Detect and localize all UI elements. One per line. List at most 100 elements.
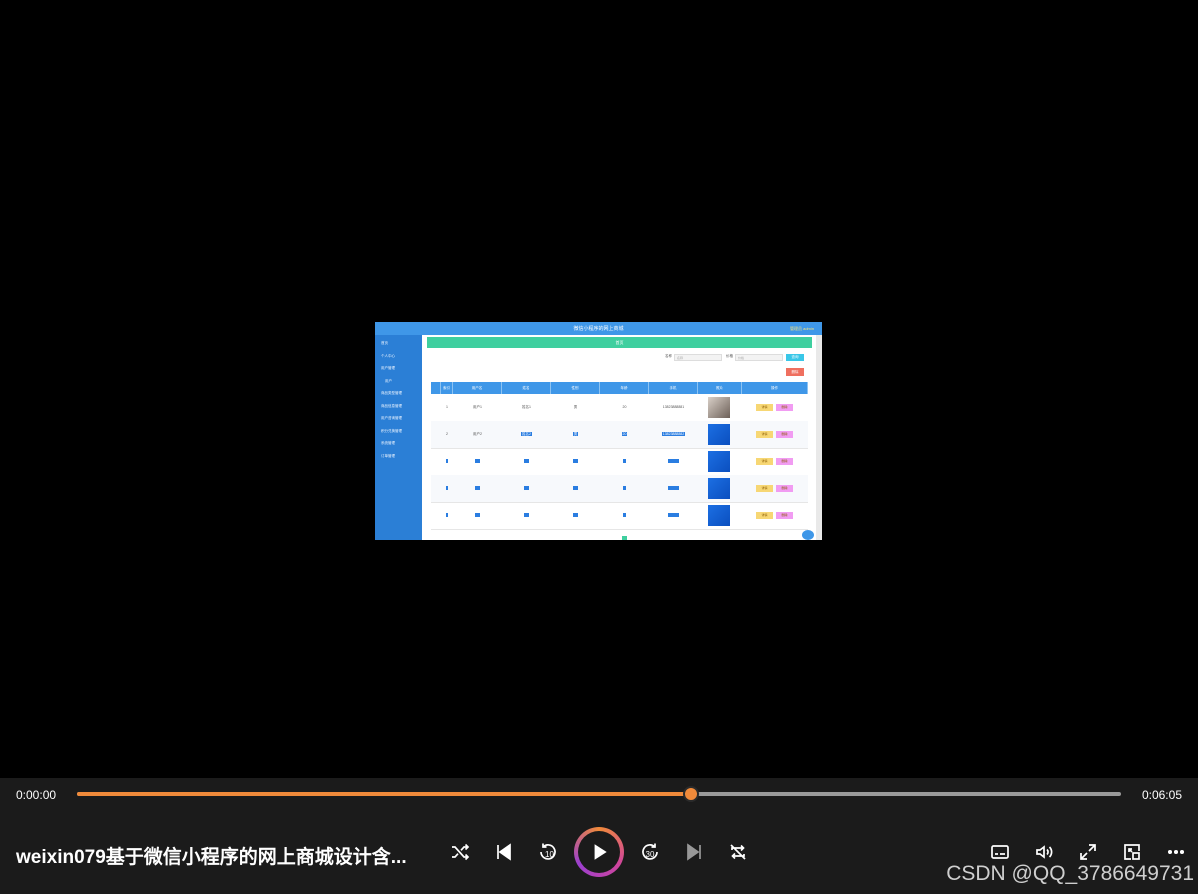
shuffle-icon <box>452 843 470 861</box>
frame-scrollbar <box>816 335 822 540</box>
cell-age: 20 <box>600 421 649 448</box>
sidebar-item: 订单管理 <box>381 453 395 458</box>
volume-icon <box>1036 845 1053 859</box>
total-time: 0:06:05 <box>1141 788 1182 802</box>
cell-phone: 13823888882 <box>649 421 698 448</box>
video-frame[interactable]: 微信小程序的网上商城 管理员 admin 首页 个人中心 用户管理 用户 商品类… <box>375 322 822 540</box>
cell-phone <box>649 448 698 475</box>
header-cell: 手机 <box>649 382 698 394</box>
pagination <box>422 536 816 540</box>
search-input-1: 名称 <box>674 354 722 361</box>
fullscreen-button[interactable] <box>1076 840 1100 864</box>
table-row: 1 用户1 姓名1 男 20 13823888881 详情 删除 <box>431 394 808 422</box>
repeat-button[interactable] <box>726 840 750 864</box>
video-title: weixin079基于微信小程序的网上商城设计含... <box>16 847 407 868</box>
view-button: 详情 <box>756 485 773 492</box>
header-checkbox <box>431 382 441 394</box>
sidebar-item: 系统管理 <box>381 441 395 445</box>
cell-phone <box>649 502 698 529</box>
cell-name-text: 姓名2 <box>521 432 532 436</box>
skip-forward-button[interactable]: 30 <box>638 840 662 864</box>
cell-index <box>441 448 453 475</box>
current-time: 0:00:00 <box>16 788 57 802</box>
frame-app-title: 微信小程序的网上商城 <box>573 326 624 332</box>
seek-thumb[interactable] <box>682 786 699 802</box>
more-options-icon <box>1167 849 1185 855</box>
view-button: 详情 <box>756 431 773 438</box>
volume-button[interactable] <box>1032 840 1056 864</box>
captions-icon <box>991 845 1009 859</box>
skip-back-label: 10 <box>545 850 554 859</box>
user-photo <box>708 397 730 418</box>
play-button[interactable] <box>574 827 624 877</box>
sidebar-item: 用户咨询管理 <box>381 416 402 420</box>
rewind-10-icon: 10 <box>540 843 556 860</box>
table-header: 索引 用户名 姓名 性别 年龄 手机 照片 操作 <box>431 382 808 394</box>
cell-username: 用户2 <box>473 432 482 436</box>
cell-age <box>600 448 649 475</box>
row-delete-button: 删除 <box>776 485 793 492</box>
sidebar-item: 首页 <box>381 341 388 345</box>
table-row: 详情 删除 <box>431 475 808 503</box>
cell-phone: 13823888881 <box>662 405 685 409</box>
sidebar-item: 个人中心 <box>381 353 395 358</box>
cell-name <box>502 448 551 475</box>
cell-phone <box>649 475 698 502</box>
cell-gender: 男 <box>573 405 578 409</box>
skip-next-icon <box>687 843 701 861</box>
seek-bar[interactable] <box>77 786 1121 802</box>
user-photo <box>708 424 730 445</box>
sidebar-item: 商品类型管理 <box>381 391 402 395</box>
fullscreen-icon <box>1080 844 1096 860</box>
cell-name: 姓名2 <box>502 421 551 448</box>
cell-name <box>502 475 551 502</box>
cell-index: 2 <box>446 432 448 436</box>
more-options-button[interactable] <box>1164 840 1188 864</box>
skip-back-button[interactable]: 10 <box>536 840 560 864</box>
shuffle-button[interactable] <box>448 840 472 864</box>
cell-gender <box>551 502 600 529</box>
search-label-2: 价格 <box>726 354 733 358</box>
cell-age <box>600 475 649 502</box>
header-cell: 年龄 <box>600 382 649 394</box>
row-delete-button: 删除 <box>776 404 793 411</box>
cell-age-text: 20 <box>621 432 628 436</box>
captions-button[interactable] <box>988 840 1012 864</box>
mini-player-button[interactable] <box>1120 840 1144 864</box>
picture-in-picture-icon <box>1124 844 1140 860</box>
cell-age <box>600 502 649 529</box>
skip-forward-label: 30 <box>646 850 655 859</box>
cell-gender <box>551 475 600 502</box>
frame-banner: 首页 <box>427 337 812 348</box>
search-label-1: 名称 <box>665 354 672 358</box>
frame-fab <box>802 530 814 540</box>
next-button[interactable] <box>682 840 706 864</box>
sidebar-item: 用户管理 <box>381 366 395 370</box>
sidebar-item: 积分兑换管理 <box>381 428 402 433</box>
view-button: 详情 <box>756 404 773 411</box>
frame-user-label: 管理员 admin <box>789 326 814 331</box>
table-row: 详情 删除 <box>431 448 808 476</box>
view-button: 详情 <box>756 512 773 519</box>
previous-button[interactable] <box>492 840 516 864</box>
cell-username <box>453 475 502 502</box>
header-cell: 操作 <box>742 382 808 394</box>
header-cell: 照片 <box>698 382 742 394</box>
play-icon <box>594 844 607 860</box>
table-row: 2 用户2 姓名2 男 20 13823888882 详情 删除 <box>431 421 808 449</box>
view-button: 详情 <box>756 458 773 465</box>
watermark: CSDN @QQ_3786649731 <box>946 862 1194 885</box>
search-button: 查询 <box>786 354 804 361</box>
cell-gender: 男 <box>551 421 600 448</box>
frame-header: 微信小程序的网上商城 管理员 admin <box>375 322 822 335</box>
cell-phone-text: 13823888882 <box>661 432 686 436</box>
search-input-2: 价格 <box>735 354 783 361</box>
header-cell: 姓名 <box>502 382 551 394</box>
cell-username: 用户1 <box>473 405 482 409</box>
seek-progress <box>77 792 691 796</box>
cell-gender-text: 男 <box>572 432 579 436</box>
frame-sidebar: 首页 个人中心 用户管理 用户 商品类型管理 商品信息管理 用户咨询管理 积分兑… <box>375 335 422 540</box>
cell-age: 20 <box>622 405 627 409</box>
cell-index: 1 <box>446 405 448 409</box>
cell-index <box>441 475 453 502</box>
